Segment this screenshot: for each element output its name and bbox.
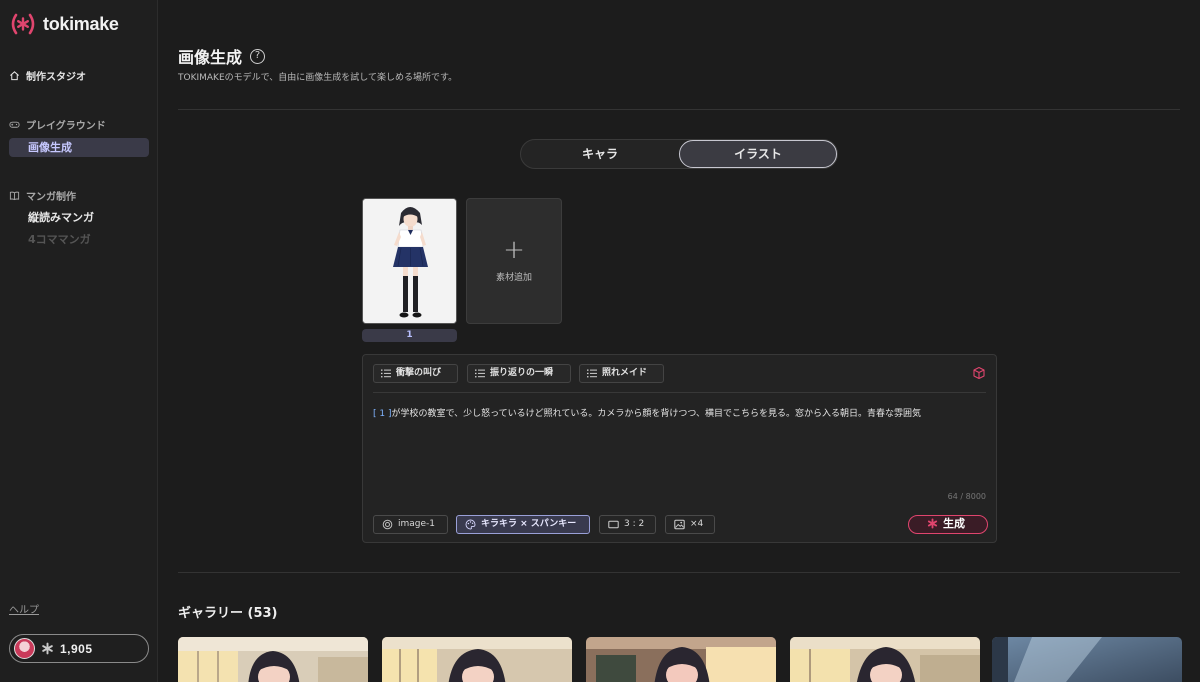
- prompt-text: が学校の教室で、少し怒っているけど照れている。カメラから顔を背けつつ、横目でこち…: [391, 409, 922, 419]
- gallery-item[interactable]: [382, 637, 572, 682]
- section-label: プレイグラウンド: [26, 121, 106, 132]
- gallery-image: [178, 637, 368, 682]
- aspect-ratio-icon: [608, 520, 619, 529]
- style-selector[interactable]: キラキラ × スパンキー: [456, 515, 590, 534]
- gallery-image: [382, 637, 572, 682]
- tab-illustration[interactable]: イラスト: [679, 140, 837, 168]
- gamepad-icon: [9, 121, 20, 128]
- help-icon[interactable]: ?: [250, 48, 266, 64]
- gallery-item[interactable]: [992, 637, 1182, 682]
- material-label: 1: [362, 329, 457, 342]
- list-icon: [381, 369, 391, 378]
- aspect-ratio-selector[interactable]: 3 : 2: [599, 515, 656, 534]
- divider: [178, 572, 1180, 573]
- material-thumbnail[interactable]: [362, 198, 457, 324]
- credit-balance: 1,905: [60, 641, 93, 656]
- sidebar-section-playground: プレイグラウンド: [9, 117, 106, 132]
- character-image: [363, 199, 456, 323]
- tab-character[interactable]: キャラ: [521, 140, 679, 168]
- gallery-item[interactable]: [790, 637, 980, 682]
- logo-icon: [11, 13, 35, 35]
- generate-button[interactable]: 生成: [908, 515, 988, 534]
- plus-icon: +: [503, 235, 525, 265]
- preset-chip[interactable]: 照れメイド: [579, 364, 664, 383]
- sparkle-icon: [42, 642, 53, 655]
- gallery-title: ギャラリー (53): [178, 606, 278, 621]
- sidebar: tokimake 制作スタジオ プレイグラウンド 画像生成 マンガ制作 縦読みマ…: [0, 0, 158, 682]
- section-label: マンガ制作: [26, 192, 76, 203]
- image-icon: [674, 519, 685, 530]
- logo-text: tokimake: [43, 13, 119, 34]
- palette-icon: [465, 519, 476, 530]
- page-title-text: 画像生成: [178, 48, 243, 67]
- cube-icon[interactable]: [972, 366, 986, 380]
- add-material-label: 素材追加: [495, 273, 532, 283]
- page-title: 画像生成 ?: [178, 44, 266, 68]
- main-content: 画像生成 ? TOKIMAKEのモデルで、自由に画像生成を試して楽しめる場所です…: [158, 0, 1200, 682]
- gallery-image: [790, 637, 980, 682]
- material-reference-tag: [ 1 ]: [373, 409, 392, 419]
- mode-toggle: キャラ イラスト: [520, 139, 838, 169]
- gallery-item[interactable]: [586, 637, 776, 682]
- avatar: [14, 638, 35, 659]
- gallery-item[interactable]: [178, 637, 368, 682]
- logo[interactable]: tokimake: [9, 12, 119, 36]
- divider: [373, 392, 986, 393]
- divider: [178, 109, 1180, 110]
- list-icon: [475, 369, 485, 378]
- help-link[interactable]: ヘルプ: [9, 601, 39, 616]
- sidebar-item-4koma-manga: 4コママンガ: [28, 233, 91, 246]
- preset-chip[interactable]: 衝撃の叫び: [373, 364, 458, 383]
- prompt-panel: 衝撃の叫び 振り返りの一瞬 照れメイド [ 1 ]が学校の教室で、少し怒っている…: [362, 354, 997, 543]
- preset-chip[interactable]: 振り返りの一瞬: [467, 364, 571, 383]
- character-counter: 64 / 8000: [947, 492, 986, 501]
- model-selector[interactable]: image-1: [373, 515, 448, 534]
- sidebar-item-vertical-manga[interactable]: 縦読みマンガ: [9, 208, 149, 227]
- sidebar-item-image-generation[interactable]: 画像生成: [9, 138, 149, 157]
- add-material-button[interactable]: + 素材追加: [466, 198, 562, 324]
- credits-badge[interactable]: 1,905: [9, 634, 149, 663]
- sparkle-icon: [927, 518, 938, 529]
- page-subtitle: TOKIMAKEのモデルで、自由に画像生成を試して楽しめる場所です。: [178, 73, 458, 83]
- sidebar-item-studio[interactable]: 制作スタジオ: [9, 68, 86, 83]
- gallery-image: [586, 637, 776, 682]
- sidebar-section-manga: マンガ制作: [9, 188, 76, 203]
- list-icon: [587, 369, 597, 378]
- home-icon: [10, 71, 19, 81]
- book-icon: [9, 191, 20, 201]
- prompt-input[interactable]: [ 1 ]が学校の教室で、少し怒っているけど照れている。カメラから顔を背けつつ、…: [373, 406, 921, 419]
- sidebar-item-label: 制作スタジオ: [26, 72, 86, 83]
- model-icon: [382, 519, 393, 530]
- gallery-image: [992, 637, 1182, 682]
- image-count-selector[interactable]: ×4: [665, 515, 715, 534]
